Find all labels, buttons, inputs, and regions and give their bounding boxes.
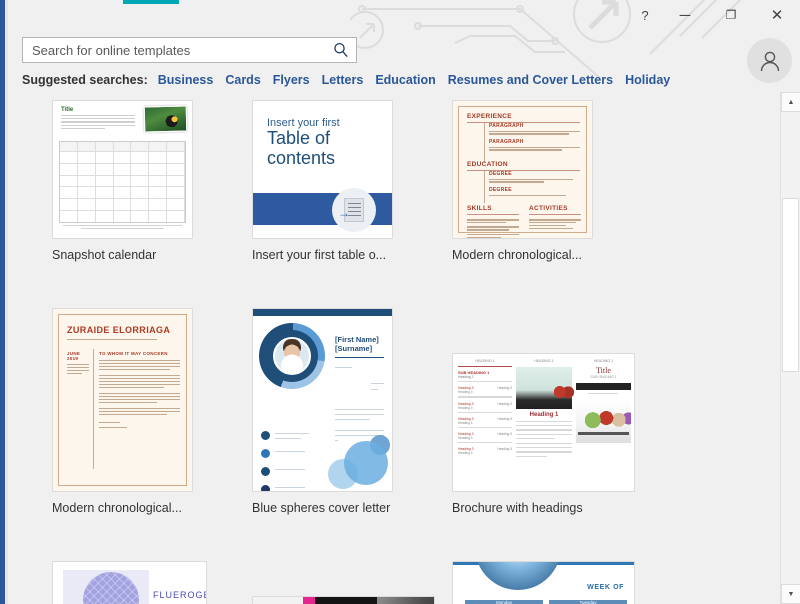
search-input[interactable] xyxy=(23,38,326,62)
template-card-brochure-with-headings[interactable]: HEADING 1 SUB HEADING 1 Heading 2 Headin… xyxy=(452,353,635,515)
template-caption: Insert your first table o... xyxy=(252,248,387,262)
template-cell: WEEK OF Monday Tuesday xyxy=(452,561,652,604)
search-box[interactable] xyxy=(22,37,357,63)
cover-letter-name: ZURAIDE ELORRIAGA xyxy=(67,325,171,335)
template-card-snapshot-calendar[interactable]: Title Snapshot calendar xyxy=(52,100,193,262)
planner-day-header: Monday xyxy=(465,600,543,604)
template-card-weekly-planner[interactable]: WEEK OF Monday Tuesday xyxy=(452,561,635,604)
toc-title-line-2: contents xyxy=(267,148,336,168)
suggested-link-business[interactable]: Business xyxy=(158,73,214,87)
calendar-month-grid xyxy=(59,141,186,223)
template-cell: HEADING 1 SUB HEADING 1 Heading 2 Headin… xyxy=(452,353,652,520)
suggested-link-cards[interactable]: Cards xyxy=(225,73,260,87)
calendar-footer-lines xyxy=(63,224,182,231)
toc-badge-circle: → xyxy=(332,188,376,232)
brochure-dark-bar xyxy=(576,383,631,390)
toc-title-line-1: Table of xyxy=(267,128,331,148)
gallery-scrollbar[interactable]: ▲ ▼ xyxy=(780,92,800,604)
suggested-link-education[interactable]: Education xyxy=(375,73,435,87)
person-avatar-icon xyxy=(760,51,779,71)
calendar-intro-lines xyxy=(61,115,135,131)
spheres-portrait-photo xyxy=(273,337,311,375)
template-card-blue-spheres-cover-letter[interactable]: [First Name] [Surname] Blue spheres cove… xyxy=(252,308,393,515)
brochure-title: Title xyxy=(596,366,611,375)
pink-brochure-photo-left xyxy=(253,597,303,604)
brochure-food-photo-2 xyxy=(576,399,631,444)
restore-button[interactable]: ❐ xyxy=(708,0,754,30)
template-cell: Our History xyxy=(252,596,452,604)
template-caption: Blue spheres cover letter xyxy=(252,501,391,515)
template-thumbnail: ZURAIDE ELORRIAGA JUNE 2019 TO WHOM IT M… xyxy=(52,308,193,492)
suggested-searches: Suggested searches: Business Cards Flyer… xyxy=(22,70,682,90)
fluerogen-brand-large: FLUEROGEN xyxy=(153,590,206,600)
window-controls: ? ─ ❐ ✕ xyxy=(628,0,800,30)
template-card-modern-chronological-resume[interactable]: EXPERIENCE PARAGRAPH PARAGRAPH EDUCATION… xyxy=(452,100,593,262)
spheres-contact-dots xyxy=(261,431,270,491)
template-cell: [First Name] [Surname] Blue spheres cove… xyxy=(252,308,452,520)
template-thumbnail: Our History xyxy=(252,596,435,604)
search-button[interactable] xyxy=(326,38,356,62)
brochure-heading: Heading 1 xyxy=(529,412,559,418)
calendar-title-text: Title xyxy=(61,107,74,113)
help-button[interactable]: ? xyxy=(628,0,662,30)
planner-dome-graphic xyxy=(475,562,561,590)
template-thumbnail: HEADING 1 SUB HEADING 1 Heading 2 Headin… xyxy=(452,353,635,492)
suggested-link-holiday[interactable]: Holiday xyxy=(625,73,670,87)
resume-heading-education: EDUCATION xyxy=(467,161,508,168)
scrollbar-down-button[interactable]: ▼ xyxy=(781,584,800,604)
template-thumbnail: FLUEROGEN FLUEROGEN xyxy=(52,561,207,604)
template-caption: Brochure with headings xyxy=(452,501,583,515)
office-new-template-gallery: ? ─ ❐ ✕ Suggested searches: Business Car… xyxy=(0,0,800,604)
template-cell: FLUEROGEN FLUEROGEN xyxy=(52,561,252,604)
template-card-insert-first-toc[interactable]: Insert your first Table of contents → In… xyxy=(252,100,393,262)
pink-brochure-text-panel: Our History xyxy=(315,597,377,604)
scrollbar-thumb[interactable] xyxy=(782,198,799,372)
arrow-right-icon: → xyxy=(338,206,350,220)
calendar-photo xyxy=(143,105,188,133)
suggested-link-resumes[interactable]: Resumes and Cover Letters xyxy=(448,73,613,87)
template-caption: Snapshot calendar xyxy=(52,248,157,262)
template-thumbnail: EXPERIENCE PARAGRAPH PARAGRAPH EDUCATION… xyxy=(452,100,593,239)
active-tab-indicator xyxy=(123,0,179,4)
planner-day-header: Tuesday xyxy=(549,600,627,604)
template-thumbnail: WEEK OF Monday Tuesday xyxy=(452,561,635,604)
search-icon xyxy=(334,42,348,58)
template-thumbnail: Insert your first Table of contents → xyxy=(252,100,393,239)
suggested-searches-label: Suggested searches: xyxy=(22,73,148,87)
template-card-pink-history-brochure[interactable]: Our History xyxy=(252,596,435,604)
scrollbar-up-button[interactable]: ▲ xyxy=(781,92,800,112)
suggested-link-flyers[interactable]: Flyers xyxy=(273,73,310,87)
template-card-fluerogen-letterhead[interactable]: FLUEROGEN FLUEROGEN xyxy=(52,561,207,604)
template-thumbnail: Title xyxy=(52,100,193,239)
template-thumbnail: [First Name] [Surname] xyxy=(252,308,393,492)
template-cell: ZURAIDE ELORRIAGA JUNE 2019 TO WHOM IT M… xyxy=(52,308,252,520)
planner-week-of-label: WEEK OF xyxy=(587,584,624,591)
spheres-blob-large xyxy=(344,441,388,485)
pink-brochure-pink-panel xyxy=(303,597,315,604)
template-cell: Insert your first Table of contents → In… xyxy=(252,100,452,267)
scrollbar-track[interactable] xyxy=(781,112,800,584)
resume-heading-activities: ACTIVITIES xyxy=(529,205,568,212)
account-avatar[interactable] xyxy=(747,38,792,83)
resume-heading-skills: SKILLS xyxy=(467,205,492,212)
brochure-food-photo-1 xyxy=(516,367,578,409)
template-card-modern-chronological-letter[interactable]: ZURAIDE ELORRIAGA JUNE 2019 TO WHOM IT M… xyxy=(52,308,193,515)
minimize-button[interactable]: ─ xyxy=(662,0,708,30)
resume-heading-experience: EXPERIENCE xyxy=(467,113,512,120)
template-gallery[interactable]: Title Snapshot calendar Insert your firs… xyxy=(8,92,780,604)
template-cell: Title Snapshot calendar xyxy=(52,100,252,267)
pink-brochure-photo-right xyxy=(377,597,434,604)
spheres-name: [First Name] [Surname] xyxy=(335,335,379,353)
template-caption: Modern chronological... xyxy=(52,501,182,515)
close-button[interactable]: ✕ xyxy=(754,0,800,30)
suggested-link-letters[interactable]: Letters xyxy=(322,73,364,87)
template-cell: EXPERIENCE PARAGRAPH PARAGRAPH EDUCATION… xyxy=(452,100,652,267)
template-caption: Modern chronological... xyxy=(452,248,582,262)
spheres-top-bar xyxy=(253,309,392,316)
